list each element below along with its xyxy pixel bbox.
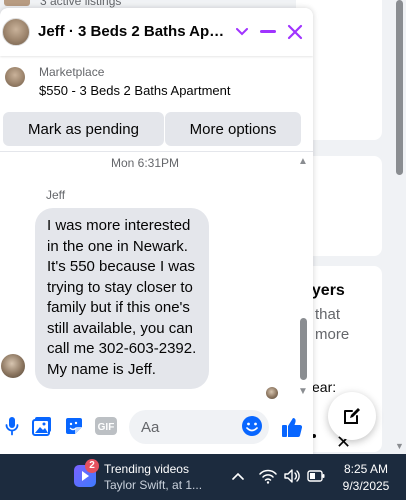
message-bubble[interactable]: I was more interested in the one in Newa…	[35, 208, 209, 389]
scroll-up-arrow-icon[interactable]: ▲	[298, 156, 308, 167]
chat-title[interactable]: Jeff · 3 Beds 2 Baths Apart...	[38, 23, 228, 40]
close-icon[interactable]	[283, 20, 307, 44]
sender-name: Jeff	[46, 188, 66, 202]
compose-icon	[344, 408, 360, 424]
listing-info: Marketplace $550 - 3 Beds 2 Baths Apartm…	[0, 56, 313, 152]
clock-date[interactable]: 9/3/2025	[336, 479, 396, 493]
gif-label: GIF	[98, 422, 115, 433]
gif-icon[interactable]: GIF	[95, 415, 117, 437]
microphone-icon[interactable]	[1, 415, 23, 437]
background-text-line: ear:	[312, 379, 337, 395]
emoji-icon[interactable]	[241, 415, 263, 437]
sender-avatar[interactable]	[1, 354, 25, 378]
chevron-up-icon[interactable]	[230, 468, 246, 484]
listing-source: Marketplace	[39, 65, 105, 79]
chevron-down-icon[interactable]	[232, 20, 252, 44]
more-options-button[interactable]: More options	[165, 112, 301, 146]
chat-scrollbar[interactable]: ▲ ▼	[297, 152, 311, 402]
widget-subtitle[interactable]: Taylor Swift, at 1...	[104, 478, 202, 492]
page-scrollbar[interactable]: ▼	[393, 0, 406, 454]
battery-icon[interactable]	[307, 469, 325, 483]
background-text-line: that	[315, 306, 341, 323]
message-input[interactable]: Aa	[129, 410, 269, 444]
minimize-icon[interactable]	[256, 20, 280, 44]
background-text-line: more	[315, 326, 350, 343]
message-area: Mon 6:31PM Jeff I was more interested in…	[0, 152, 313, 402]
scroll-down-arrow-icon[interactable]: ▼	[298, 386, 308, 397]
message-composer: GIF Aa	[0, 402, 313, 454]
chat-header: Jeff · 3 Beds 2 Baths Apart...	[0, 8, 313, 56]
listing-name[interactable]: $550 - 3 Beds 2 Baths Apartment	[39, 83, 231, 98]
new-message-button[interactable]	[328, 392, 376, 440]
photo-icon[interactable]	[31, 415, 53, 437]
chat-scroll-thumb[interactable]	[300, 318, 307, 380]
taskbar: 2 Trending videos Taylor Swift, at 1... …	[0, 454, 406, 500]
notification-badge: 2	[85, 459, 99, 473]
sticker-icon[interactable]	[63, 415, 85, 437]
clock-time[interactable]: 8:25 AM	[336, 462, 396, 476]
page-scroll-thumb[interactable]	[396, 0, 403, 175]
chat-window: Jeff · 3 Beds 2 Baths Apart... Marketpla…	[0, 8, 313, 454]
background-listing-thumb	[4, 0, 30, 6]
avatar[interactable]	[2, 18, 30, 46]
message-text: I was more interested in the one in Newa…	[47, 217, 197, 378]
thumbs-up-icon[interactable]	[279, 414, 305, 440]
widget-title[interactable]: Trending videos	[104, 462, 189, 476]
mark-as-pending-button[interactable]: Mark as pending	[3, 112, 164, 146]
wifi-icon[interactable]	[259, 468, 277, 484]
listing-thumbnail[interactable]	[5, 67, 25, 87]
scroll-down-arrow-icon[interactable]: ▼	[394, 441, 405, 452]
background-listing-count: 3 active listings	[40, 0, 122, 8]
message-input-placeholder: Aa	[141, 419, 160, 436]
volume-icon[interactable]	[283, 468, 301, 484]
seen-indicator-avatar	[266, 387, 278, 399]
message-timestamp: Mon 6:31PM	[110, 156, 180, 170]
